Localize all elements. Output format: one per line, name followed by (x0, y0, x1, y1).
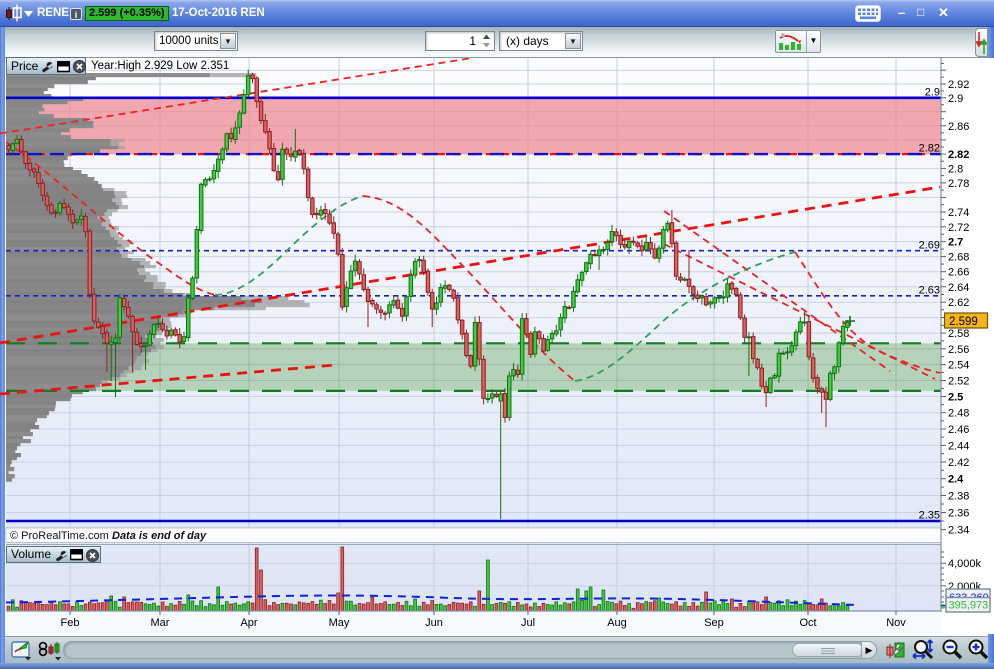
svg-text:2.7: 2.7 (948, 237, 963, 249)
svg-text:2.66: 2.66 (948, 267, 969, 279)
svg-text:2.69: 2.69 (919, 240, 940, 252)
svg-text:Aug: Aug (607, 617, 627, 629)
svg-text:2.5: 2.5 (948, 392, 963, 404)
svg-text:2.38: 2.38 (948, 491, 969, 503)
svg-text:Data is end of day: Data is end of day (112, 530, 207, 542)
svg-text:4,000k: 4,000k (948, 558, 982, 570)
svg-text:Feb: Feb (61, 617, 80, 629)
svg-text:Nov: Nov (886, 617, 906, 629)
svg-text:Apr: Apr (240, 617, 257, 629)
svg-text:Mar: Mar (151, 617, 170, 629)
svg-text:2.56: 2.56 (948, 344, 969, 356)
svg-text:2.9: 2.9 (925, 86, 940, 98)
svg-text:2.8: 2.8 (948, 163, 963, 175)
svg-text:2.46: 2.46 (948, 424, 969, 436)
svg-text:2.9: 2.9 (948, 93, 963, 105)
svg-text:2.82: 2.82 (948, 149, 969, 161)
svg-text:Jul: Jul (521, 617, 535, 629)
svg-text:2.74: 2.74 (948, 207, 969, 219)
svg-text:Oct: Oct (799, 617, 816, 629)
svg-text:Sep: Sep (704, 617, 724, 629)
svg-text:2.54: 2.54 (948, 360, 969, 372)
svg-text:2.78: 2.78 (948, 178, 969, 190)
svg-text:2.4: 2.4 (948, 474, 964, 486)
svg-text:Jun: Jun (425, 617, 443, 629)
svg-text:2.36: 2.36 (948, 508, 969, 520)
svg-text:2.44: 2.44 (948, 440, 969, 452)
svg-text:2.82: 2.82 (919, 143, 940, 155)
svg-text:2.72: 2.72 (948, 222, 969, 234)
svg-text:© ProRealTime.com: © ProRealTime.com (10, 530, 109, 542)
svg-text:2.34: 2.34 (948, 525, 969, 537)
svg-text:2.92: 2.92 (948, 79, 969, 91)
svg-text:2.68: 2.68 (948, 252, 969, 264)
svg-text:2.48: 2.48 (948, 408, 969, 420)
svg-text:2.86: 2.86 (948, 121, 969, 133)
svg-text:2.35: 2.35 (919, 510, 940, 522)
svg-text:2.58: 2.58 (948, 328, 969, 340)
svg-text:395,973: 395,973 (949, 600, 989, 612)
svg-text:2.42: 2.42 (948, 457, 969, 469)
svg-text:2.63: 2.63 (919, 285, 940, 297)
svg-text:2.52: 2.52 (948, 376, 969, 388)
svg-text:2.64: 2.64 (948, 282, 969, 294)
svg-text:2.62: 2.62 (948, 297, 969, 309)
svg-text:2.599: 2.599 (949, 316, 978, 328)
svg-text:May: May (329, 617, 350, 629)
